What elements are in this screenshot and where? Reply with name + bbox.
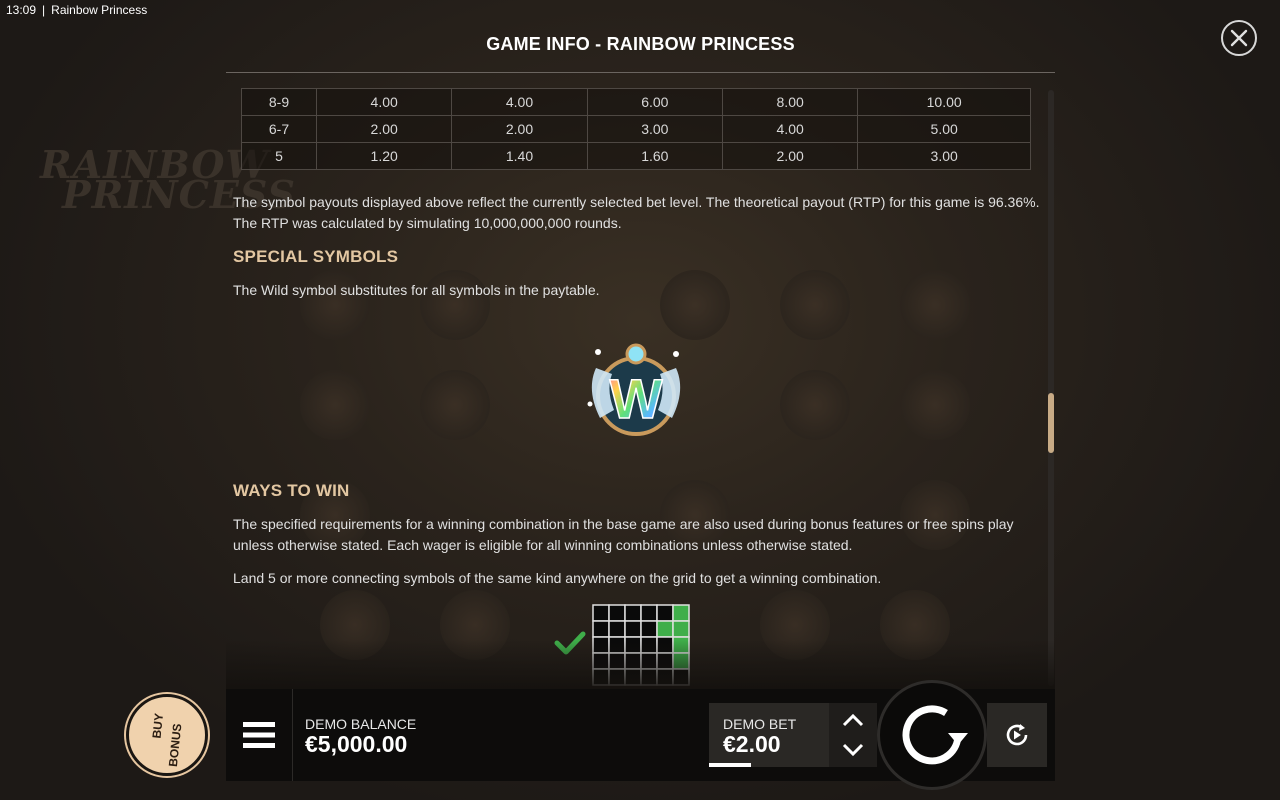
title-divider [226, 72, 1055, 73]
paytable-value-cell: 2.00 [451, 115, 588, 143]
autoplay-button[interactable] [987, 703, 1047, 767]
paytable-value-cell: 4.00 [721, 115, 859, 143]
paytable-value-cell: 1.20 [315, 142, 453, 170]
paytable-value-cell: 2.00 [721, 142, 859, 170]
buy-bonus-button[interactable]: BUY BONUS [126, 694, 208, 776]
paytable-row: 5 1.20 1.40 1.60 2.00 3.00 [241, 142, 1031, 170]
spin-icon [902, 705, 968, 765]
spin-button[interactable] [877, 680, 987, 790]
chevron-up-icon [842, 713, 864, 727]
wild-letter: W [610, 367, 663, 430]
scrollbar-track[interactable] [1048, 90, 1054, 686]
close-icon [1230, 29, 1248, 47]
paytable-value-cell: 2.00 [315, 115, 453, 143]
paytable-value-cell: 3.00 [586, 115, 723, 143]
game-info-content[interactable]: 8-9 4.00 4.00 6.00 8.00 10.00 6-7 2.00 2.00 3.00 4… [226, 74, 1055, 686]
status-bar: 13:09 | Rainbow Princess [6, 3, 148, 17]
paytable-value-cell: 4.00 [315, 88, 453, 116]
paytable-row: 6-7 2.00 2.00 3.00 4.00 5.00 [241, 115, 1031, 143]
paytable-value-cell: 10.00 [857, 88, 1031, 116]
paytable-value-cell: 1.60 [586, 142, 723, 170]
grid-cell [640, 620, 658, 638]
status-time: 13:09 [6, 3, 37, 17]
page-title: GAME INFO - RAINBOW PRINCESS [486, 34, 795, 54]
wild-description: The Wild symbol substitutes for all symb… [233, 282, 600, 298]
grid-cell [656, 604, 674, 622]
grid-cell [592, 604, 610, 622]
bet-value: €2.00 [723, 731, 781, 757]
paytable-value-cell: 3.00 [857, 142, 1031, 170]
paytable-value-cell: 1.40 [451, 142, 588, 170]
bet-level-indicator [709, 763, 751, 767]
grid-cell [592, 620, 610, 638]
buy-bonus-line1: BUY [149, 711, 167, 739]
rtp-paragraph: The symbol payouts displayed above refle… [233, 194, 1040, 231]
ways-paragraph-2: Land 5 or more connecting symbols of the… [233, 570, 882, 586]
grid-cell [656, 620, 674, 638]
bet-label: DEMO BET [723, 716, 797, 732]
status-app-name: Rainbow Princess [51, 3, 148, 17]
paytable-value-cell: 5.00 [857, 115, 1031, 143]
bet-increase-button[interactable] [841, 711, 865, 729]
close-button[interactable] [1221, 20, 1257, 56]
paytable-value-cell: 6.00 [586, 88, 723, 116]
paytable-count-cell: 8-9 [241, 88, 317, 116]
grid-cell [608, 620, 626, 638]
paytable-count-cell: 5 [241, 142, 317, 170]
bet-stepper [829, 703, 877, 767]
chevron-down-icon [842, 743, 864, 757]
grid-cell [624, 604, 642, 622]
grid-cell [608, 604, 626, 622]
autoplay-icon [1006, 724, 1028, 746]
grid-cell [640, 604, 658, 622]
paytable-value-cell: 8.00 [721, 88, 859, 116]
balance-value: €5,000.00 [305, 731, 408, 757]
special-symbols-heading: SPECIAL SYMBOLS [233, 247, 399, 266]
menu-button[interactable] [226, 689, 293, 781]
grid-cell [624, 620, 642, 638]
menu-icon [243, 722, 275, 748]
paytable: 8-9 4.00 4.00 6.00 8.00 10.00 6-7 2.00 2.00 3.00 4… [241, 88, 1031, 170]
buy-bonus-line2: BONUS [165, 722, 185, 767]
grid-cell [672, 604, 690, 622]
bet-decrease-button[interactable] [841, 741, 865, 759]
paytable-row: 8-9 4.00 4.00 6.00 8.00 10.00 [241, 88, 1031, 116]
ways-paragraph-1: The specified requirements for a winning… [233, 516, 1014, 553]
grid-cell [672, 620, 690, 638]
wild-symbol-icon: W [576, 330, 696, 450]
paytable-count-cell: 6-7 [241, 115, 317, 143]
scrollbar-thumb[interactable] [1048, 393, 1054, 453]
ways-to-win-heading: WAYS TO WIN [233, 481, 350, 500]
balance-label: DEMO BALANCE [305, 716, 417, 732]
paytable-value-cell: 4.00 [451, 88, 588, 116]
